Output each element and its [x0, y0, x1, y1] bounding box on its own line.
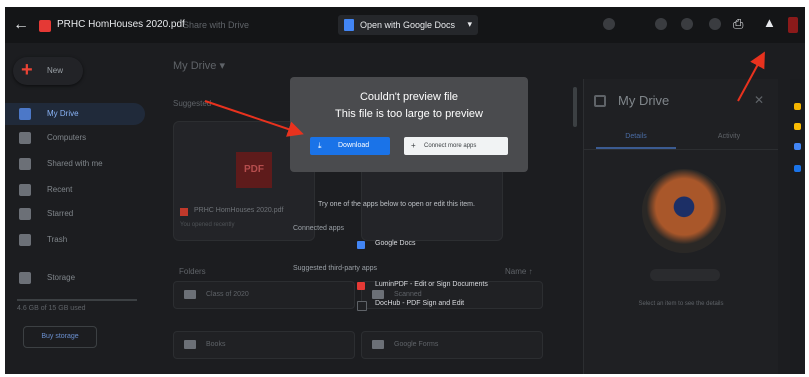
info-icon[interactable] [681, 18, 693, 30]
luminpdf-icon [357, 282, 365, 290]
share-hint: Share with Drive [183, 20, 250, 30]
pdf-file-icon [39, 20, 51, 32]
scrollbar[interactable] [573, 87, 577, 127]
folder-name: Class of 2020 [206, 291, 249, 298]
details-panel: My Drive ✕ Details Activity Select an it… [583, 79, 778, 374]
buy-storage-button[interactable]: Buy storage [23, 326, 97, 348]
download-icon: ⤓ [318, 141, 322, 150]
card-subtitle: You opened recently [180, 222, 235, 228]
plus-icon: + [21, 59, 33, 81]
add-comment-icon[interactable] [603, 18, 615, 30]
sidebar-item-label: My Drive [47, 109, 79, 118]
sidebar-item-label: Trash [47, 235, 68, 244]
pdf-file-icon [180, 208, 188, 216]
storage-usage-text: 4.6 GB of 15 GB used [17, 305, 86, 312]
download-button[interactable]: ⤓ Download [310, 137, 390, 155]
open-with-button[interactable]: Open with Google Docs ▾ [338, 15, 478, 35]
suggested-apps-heading: Suggested third-party apps [293, 265, 378, 272]
add-to-drive-icon[interactable]: ▲ [763, 15, 776, 30]
connected-apps-heading: Connected apps [293, 225, 344, 232]
sidebar-item-recent[interactable]: Recent [5, 179, 155, 201]
details-hint: Select an item to see the details [638, 301, 724, 307]
connect-more-apps-button[interactable]: + Connect more apps [404, 137, 508, 155]
chevron-down-icon[interactable]: ▾ [467, 19, 472, 30]
computer-icon [19, 132, 31, 144]
drive-viewer-window: ← PRHC HomHouses 2020.pdf Share with Dri… [5, 7, 805, 374]
folder-item[interactable]: Google Forms [361, 331, 543, 359]
sidebar-item-label: Recent [47, 185, 73, 194]
sidebar-item-storage[interactable]: Storage [5, 267, 155, 289]
sort-by-name-button[interactable]: Name ↑ [505, 267, 533, 276]
new-label: New [47, 66, 64, 75]
people-icon [19, 158, 31, 170]
google-docs-icon [357, 241, 365, 249]
app-label: LuminPDF - Edit or Sign Documents [375, 281, 488, 288]
side-panel-rail [790, 79, 805, 374]
star-icon [19, 208, 31, 220]
illustration-shadow [650, 269, 720, 281]
download-label: Download [338, 142, 370, 149]
folder-name: Scanned [394, 291, 422, 298]
tasks-icon[interactable] [794, 143, 801, 150]
sidebar-item-label: Storage [47, 273, 76, 282]
trash-icon [19, 234, 31, 246]
folder-icon [372, 290, 384, 299]
new-button[interactable]: + New [13, 57, 83, 85]
folder-icon [184, 340, 196, 349]
contacts-icon[interactable] [794, 165, 801, 172]
suggested-heading: Suggested [173, 99, 212, 108]
folders-heading: Folders [179, 267, 206, 276]
folder-name: Books [206, 341, 226, 348]
clock-icon [19, 184, 31, 196]
close-icon[interactable]: ✕ [754, 93, 764, 107]
folder-item[interactable]: Books [173, 331, 355, 359]
google-docs-icon [344, 19, 354, 31]
tab-divider [584, 149, 778, 150]
dialog-title: Couldn't preview file [359, 91, 459, 103]
folder-name: Google Forms [394, 341, 439, 348]
file-name: PRHC HomHouses 2020.pdf [57, 19, 185, 30]
open-with-help-text: Try one of the apps below to open or edi… [318, 201, 475, 208]
folder-icon [184, 290, 196, 299]
folder-item[interactable]: Class of 2020 [173, 281, 355, 309]
open-with-label: Open with Google Docs [360, 20, 456, 30]
storage-bar [17, 299, 137, 301]
plus-icon: + [411, 141, 416, 150]
calendar-icon[interactable] [794, 103, 801, 110]
zoom-icon[interactable] [655, 18, 667, 30]
dialog-message: This file is too large to preview [335, 108, 483, 120]
breadcrumb[interactable]: My Drive ▾ [173, 59, 225, 72]
app-label: Google Docs [375, 240, 416, 247]
back-arrow-icon[interactable]: ← [13, 17, 29, 33]
sidebar-item-label: Starred [47, 209, 74, 218]
tab-activity[interactable]: Activity [694, 133, 764, 140]
tab-details[interactable]: Details [596, 133, 676, 140]
sidebar-item-shared[interactable]: Shared with me [5, 153, 155, 175]
folder-icon [372, 340, 384, 349]
app-label: DocHub - PDF Sign and Edit [375, 300, 465, 307]
drive-icon [19, 108, 31, 120]
details-illustration [642, 169, 726, 253]
cloud-icon [19, 272, 31, 284]
sidebar-item-trash[interactable]: Trash [5, 229, 155, 251]
details-title: My Drive [618, 93, 670, 108]
preview-error-dialog: Couldn't preview file This file is too l… [290, 77, 528, 172]
more-actions-icon[interactable] [788, 17, 798, 33]
card-file-name: PRHC HomHouses 2020.pdf [194, 207, 284, 214]
sidebar-item-computers[interactable]: Computers [5, 127, 155, 149]
dochub-icon [357, 301, 367, 311]
sidebar-item-my-drive[interactable]: My Drive [5, 103, 145, 125]
sidebar-item-label: Shared with me [47, 159, 103, 168]
connect-label: Connect more apps [424, 143, 477, 149]
print-icon[interactable]: ⎙ [733, 16, 743, 32]
drive-icon [594, 95, 606, 107]
sidebar: + New My Drive Computers Shared with me … [5, 43, 155, 374]
sidebar-item-label: Computers [47, 133, 87, 142]
open-new-window-icon[interactable] [709, 18, 721, 30]
pdf-thumbnail: PDF [236, 152, 272, 188]
keep-icon[interactable] [794, 123, 801, 130]
sidebar-item-starred[interactable]: Starred [5, 203, 155, 225]
viewer-top-bar: ← PRHC HomHouses 2020.pdf Share with Dri… [5, 7, 805, 43]
